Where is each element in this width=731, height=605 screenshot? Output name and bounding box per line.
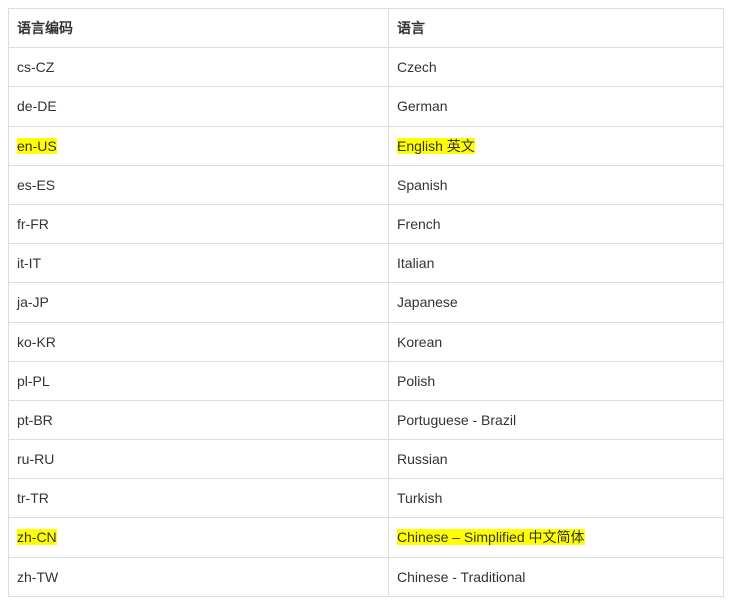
cell-code: tr-TR: [9, 479, 389, 518]
language-value: Polish: [397, 373, 435, 389]
cell-language: Italian: [389, 244, 724, 283]
table-header-row: 语言编码 语言: [9, 9, 724, 48]
cell-code: it-IT: [9, 244, 389, 283]
code-value: it-IT: [17, 255, 41, 271]
table-row: pt-BR Portuguese - Brazil: [9, 400, 724, 439]
cell-language: French: [389, 204, 724, 243]
code-value: ja-JP: [17, 294, 49, 310]
language-value: Russian: [397, 451, 448, 467]
cell-language: Czech: [389, 48, 724, 87]
table-row: de-DE German: [9, 87, 724, 126]
table-row: it-IT Italian: [9, 244, 724, 283]
code-value: ko-KR: [17, 334, 56, 350]
cell-code: fr-FR: [9, 204, 389, 243]
table-row: tr-TR Turkish: [9, 479, 724, 518]
cell-language: German: [389, 87, 724, 126]
code-value: ru-RU: [17, 451, 54, 467]
code-value: fr-FR: [17, 216, 49, 232]
cell-code: pt-BR: [9, 400, 389, 439]
table-row: zh-TW Chinese - Traditional: [9, 557, 724, 596]
cell-language: Russian: [389, 440, 724, 479]
language-value: Czech: [397, 59, 437, 75]
code-value: zh-TW: [17, 569, 58, 585]
language-value: Portuguese - Brazil: [397, 412, 516, 428]
cell-language: Chinese - Traditional: [389, 557, 724, 596]
cell-language: English 英文: [389, 126, 724, 165]
table-row: ko-KR Korean: [9, 322, 724, 361]
language-value: English 英文: [397, 138, 475, 154]
table-row: pl-PL Polish: [9, 361, 724, 400]
language-value: Korean: [397, 334, 442, 350]
cell-code: cs-CZ: [9, 48, 389, 87]
header-code: 语言编码: [9, 9, 389, 48]
cell-code: en-US: [9, 126, 389, 165]
language-value: French: [397, 216, 441, 232]
code-value: zh-CN: [17, 529, 57, 545]
language-value: Spanish: [397, 177, 448, 193]
table-row: zh-CN Chinese – Simplified 中文简体: [9, 518, 724, 557]
code-value: cs-CZ: [17, 59, 54, 75]
code-value: pt-BR: [17, 412, 53, 428]
language-value: Chinese - Traditional: [397, 569, 525, 585]
table-row: ru-RU Russian: [9, 440, 724, 479]
cell-language: Spanish: [389, 165, 724, 204]
table-row: cs-CZ Czech: [9, 48, 724, 87]
code-value: tr-TR: [17, 490, 49, 506]
cell-language: Turkish: [389, 479, 724, 518]
code-value: de-DE: [17, 98, 57, 114]
cell-language: Portuguese - Brazil: [389, 400, 724, 439]
cell-language: Japanese: [389, 283, 724, 322]
table-row: ja-JP Japanese: [9, 283, 724, 322]
cell-code: ko-KR: [9, 322, 389, 361]
table-row: en-US English 英文: [9, 126, 724, 165]
code-value: pl-PL: [17, 373, 50, 389]
cell-language: Polish: [389, 361, 724, 400]
table-row: fr-FR French: [9, 204, 724, 243]
cell-code: ja-JP: [9, 283, 389, 322]
code-value: en-US: [17, 138, 57, 154]
language-value: Italian: [397, 255, 434, 271]
cell-code: zh-CN: [9, 518, 389, 557]
cell-code: es-ES: [9, 165, 389, 204]
header-language: 语言: [389, 9, 724, 48]
language-value: German: [397, 98, 448, 114]
language-value: Chinese – Simplified 中文简体: [397, 529, 585, 545]
language-value: Japanese: [397, 294, 458, 310]
cell-code: de-DE: [9, 87, 389, 126]
table-row: es-ES Spanish: [9, 165, 724, 204]
language-value: Turkish: [397, 490, 442, 506]
cell-language: Chinese – Simplified 中文简体: [389, 518, 724, 557]
cell-language: Korean: [389, 322, 724, 361]
cell-code: zh-TW: [9, 557, 389, 596]
language-table: 语言编码 语言 cs-CZ Czech de-DE German en-US Englis…: [8, 8, 724, 597]
cell-code: pl-PL: [9, 361, 389, 400]
code-value: es-ES: [17, 177, 55, 193]
cell-code: ru-RU: [9, 440, 389, 479]
